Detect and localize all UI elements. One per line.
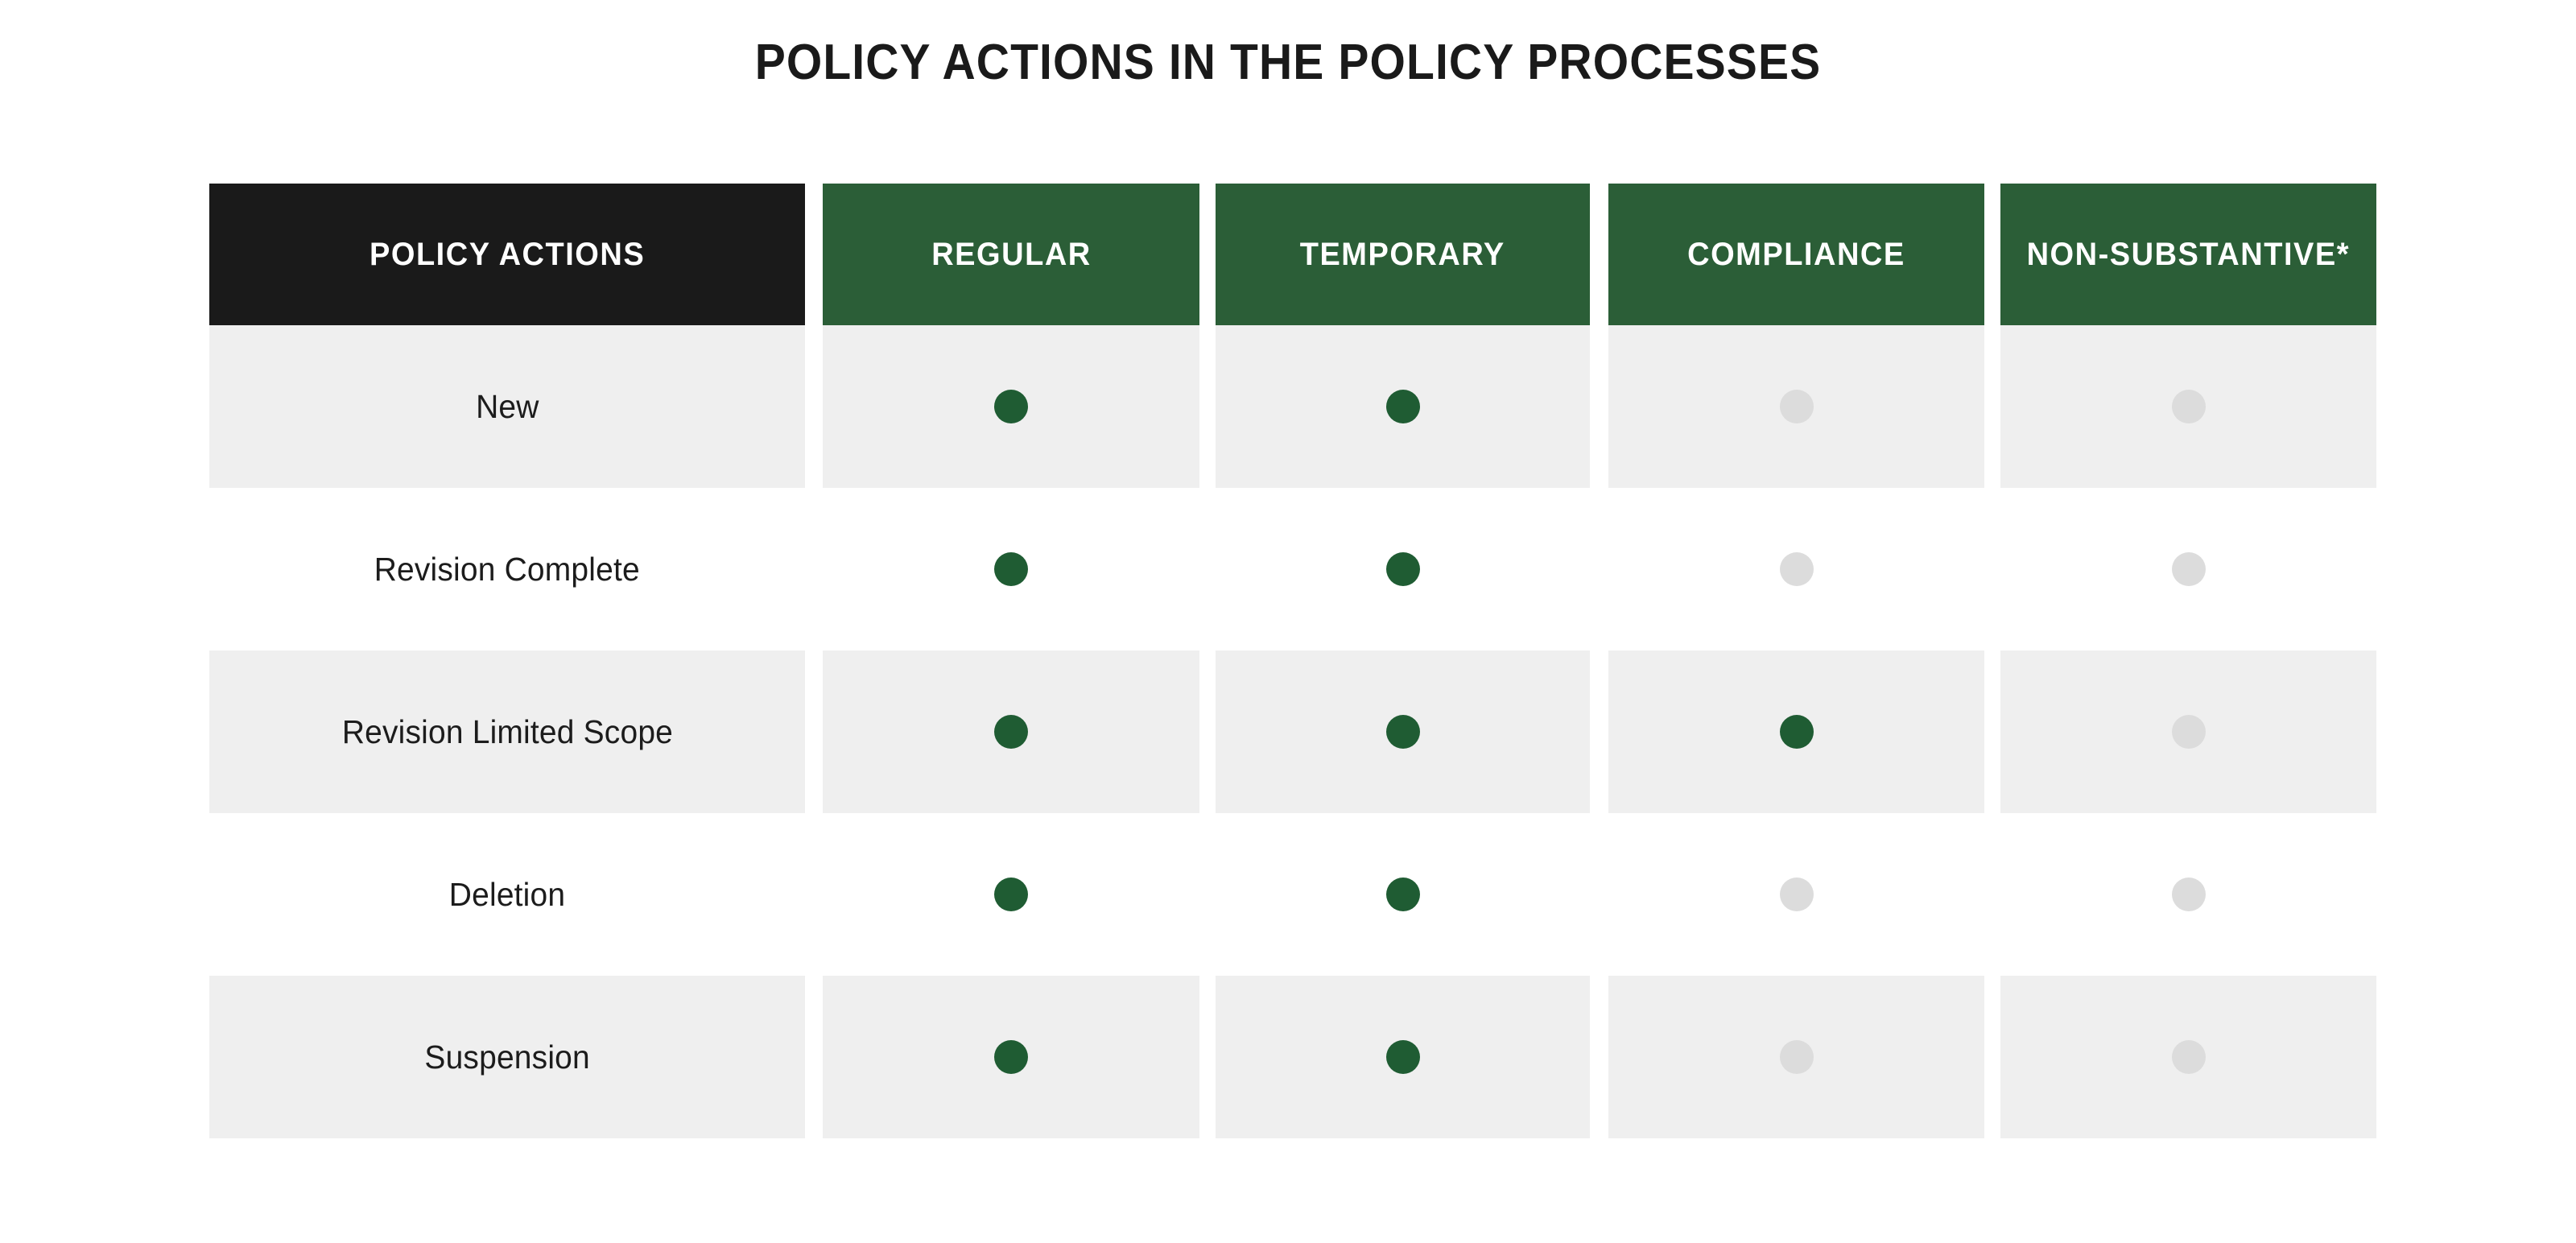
table-cell [823, 976, 1199, 1138]
row-label: Suspension [424, 1038, 590, 1076]
status-dot-active-icon [994, 715, 1028, 749]
column-gap [805, 488, 823, 650]
status-dot-active-icon [994, 878, 1028, 911]
column-gap [1590, 488, 1608, 650]
table-cell [1216, 325, 1590, 488]
status-dot-active-icon [1779, 715, 1814, 749]
table-row-label-cell: New [209, 325, 805, 488]
table-row-label-cell: Revision Limited Scope [209, 650, 805, 813]
row-label: Revision Limited Scope [341, 712, 673, 750]
column-gap [1199, 325, 1216, 488]
table-cell [2000, 325, 2376, 488]
column-gap [1984, 813, 2000, 976]
table-cell [823, 325, 1199, 488]
status-dot-active-icon [1385, 552, 1420, 586]
column-gap [1984, 976, 2000, 1138]
status-dot-inactive-icon [1779, 1040, 1814, 1074]
status-dot-inactive-icon [2171, 390, 2206, 423]
column-gap [1199, 650, 1216, 813]
column-header-non-substantive: NON-SUBSTANTIVE* [2000, 184, 2376, 325]
table-cell [1216, 813, 1590, 976]
column-gap [805, 650, 823, 813]
status-dot-active-icon [1385, 878, 1420, 911]
table-cell [2000, 813, 2376, 976]
column-header-regular: REGULAR [823, 184, 1199, 325]
table-cell [2000, 488, 2376, 650]
status-dot-inactive-icon [1779, 390, 1814, 423]
table-cell [1608, 325, 1984, 488]
column-gap [1590, 184, 1608, 325]
table-cell [1608, 813, 1984, 976]
column-header-compliance: COMPLIANCE [1608, 184, 1984, 325]
table-cell [1216, 488, 1590, 650]
page-title: POLICY ACTIONS IN THE POLICY PROCESSES [754, 35, 1822, 90]
status-dot-inactive-icon [2171, 878, 2206, 911]
column-gap [1199, 184, 1216, 325]
status-dot-active-icon [1385, 715, 1420, 749]
table-cell [1608, 976, 1984, 1138]
column-header-label: COMPLIANCE [1687, 236, 1905, 272]
column-gap [1199, 488, 1216, 650]
column-gap [1984, 650, 2000, 813]
status-dot-inactive-icon [2171, 715, 2206, 749]
column-gap [805, 813, 823, 976]
column-gap [805, 184, 823, 325]
status-dot-active-icon [994, 552, 1028, 586]
table-cell [1608, 650, 1984, 813]
row-label: Deletion [448, 875, 566, 913]
column-gap [1984, 488, 2000, 650]
column-gap [805, 325, 823, 488]
column-gap [1199, 813, 1216, 976]
table-cell [1216, 650, 1590, 813]
status-dot-active-icon [1385, 1040, 1420, 1074]
status-dot-inactive-icon [2171, 552, 2206, 586]
status-dot-inactive-icon [1779, 878, 1814, 911]
column-gap [1984, 184, 2000, 325]
table-cell [2000, 976, 2376, 1138]
column-gap [1199, 976, 1216, 1138]
policy-actions-matrix-page: POLICY ACTIONS IN THE POLICY PROCESSES P… [0, 0, 2576, 1243]
column-header-label: NON-SUBSTANTIVE* [2026, 236, 2351, 272]
status-dot-inactive-icon [1779, 552, 1814, 586]
table-cell [823, 650, 1199, 813]
column-gap [1984, 325, 2000, 488]
table-row-label-cell: Suspension [209, 976, 805, 1138]
row-label: New [475, 387, 539, 425]
table-cell [823, 813, 1199, 976]
column-header-policy-actions: POLICY ACTIONS [209, 184, 805, 325]
column-header-label: TEMPORARY [1299, 236, 1506, 272]
row-label: Revision Complete [374, 550, 641, 588]
status-dot-active-icon [994, 1040, 1028, 1074]
column-header-label: POLICY ACTIONS [369, 236, 646, 272]
column-header-temporary: TEMPORARY [1216, 184, 1590, 325]
table-row-label-cell: Revision Complete [209, 488, 805, 650]
status-dot-active-icon [1385, 390, 1420, 423]
column-gap [805, 976, 823, 1138]
column-gap [1590, 813, 1608, 976]
column-gap [1590, 650, 1608, 813]
table-cell [823, 488, 1199, 650]
status-dot-active-icon [994, 390, 1028, 423]
table-cell [1216, 976, 1590, 1138]
policy-actions-table: POLICY ACTIONS REGULAR TEMPORARY COMPLIA… [209, 184, 2376, 1138]
table-cell [2000, 650, 2376, 813]
column-gap [1590, 976, 1608, 1138]
status-dot-inactive-icon [2171, 1040, 2206, 1074]
column-gap [1590, 325, 1608, 488]
table-cell [1608, 488, 1984, 650]
table-row-label-cell: Deletion [209, 813, 805, 976]
column-header-label: REGULAR [931, 236, 1092, 272]
